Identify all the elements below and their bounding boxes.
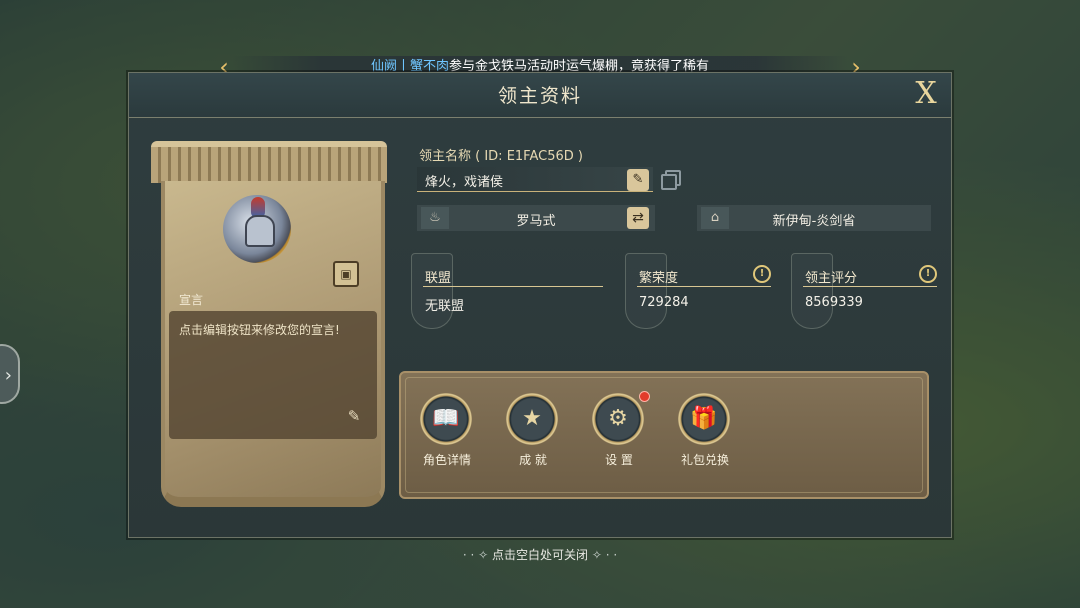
gift-redeem-button[interactable]: 🎁 礼包兑换 — [669, 393, 741, 473]
trophy-icon: ★ — [522, 406, 542, 431]
stat-title: 联盟 — [425, 271, 452, 286]
stat-underline — [637, 286, 771, 287]
close-hint: · · ✧ 点击空白处可关闭 ✧ · · — [0, 546, 1080, 563]
panel-header: 领主资料 X — [129, 73, 951, 118]
stat-title: 领主评分 — [805, 271, 858, 286]
book-icon: 📖 — [432, 406, 460, 431]
stat-prosperity: 繁荣度 729284 ! — [625, 253, 775, 331]
location-field: ⌂ 新伊甸-炎剑省 — [697, 205, 931, 231]
action-label: 角色详情 — [422, 453, 471, 467]
stat-value: 无联盟 — [425, 299, 465, 314]
side-expand-button[interactable]: › — [0, 344, 20, 404]
card-body: ▣ 宣言 点击编辑按钮来修改您的宣言! ✎ — [161, 181, 385, 507]
portrait-card: ▣ 宣言 点击编辑按钮来修改您的宣言! ✎ — [151, 141, 387, 507]
right-ornament-icon: ✧ · · — [591, 548, 618, 562]
action-label: 设 置 — [605, 453, 633, 467]
lord-score-info-icon[interactable]: ! — [919, 265, 937, 283]
change-civilization-button[interactable]: ⇄ — [627, 207, 649, 229]
stat-lord-score: 领主评分 8569339 ! — [791, 253, 941, 331]
close-hint-text: 点击空白处可关闭 — [491, 548, 588, 562]
lord-id-label: 领主名称 ( ID: E1FAC56D ) — [419, 149, 583, 164]
change-portrait-button[interactable]: ▣ — [333, 261, 359, 287]
panel-title: 领主资料 — [497, 85, 582, 107]
stat-underline — [423, 286, 603, 287]
action-label: 成 就 — [519, 453, 547, 467]
avatar-helmet-icon — [245, 215, 275, 247]
left-ornament-icon: · · ✧ — [462, 548, 492, 562]
lord-avatar — [223, 195, 291, 263]
lord-name-field: 烽火，戏诸侯 — [417, 167, 653, 192]
stat-shield — [791, 253, 833, 329]
stat-shield — [625, 253, 667, 329]
stat-value: 8569339 — [805, 295, 863, 310]
stat-shield — [411, 253, 453, 329]
edit-motto-icon[interactable]: ✎ — [345, 407, 363, 425]
lord-name: 烽火，戏诸侯 — [425, 175, 504, 190]
copy-id-icon[interactable] — [661, 170, 681, 190]
card-colonnade — [151, 141, 387, 183]
stat-value: 729284 — [639, 295, 689, 310]
character-details-button[interactable]: 📖 角色详情 — [411, 393, 483, 473]
location-value: 新伊甸-炎剑省 — [772, 214, 856, 229]
stat-underline — [803, 286, 937, 287]
action-label: 礼包兑换 — [680, 453, 729, 467]
gift-icon: 🎁 — [690, 406, 718, 431]
civilization-value: 罗马式 — [516, 214, 556, 229]
achievements-button[interactable]: ★ 成 就 — [497, 393, 569, 473]
notification-badge — [639, 391, 650, 402]
gear-icon: ⚙ — [608, 406, 628, 431]
edit-name-button[interactable]: ✎ — [627, 169, 649, 191]
stat-title: 繁荣度 — [639, 271, 679, 286]
motto-text: 点击编辑按钮来修改您的宣言! — [179, 323, 340, 337]
action-tray: 📖 角色详情 ★ 成 就 ⚙ 设 置 🎁 礼包兑换 — [399, 371, 929, 499]
settings-button[interactable]: ⚙ 设 置 — [583, 391, 655, 473]
prosperity-info-icon[interactable]: ! — [753, 265, 771, 283]
civilization-field: ♨ 罗马式 — [417, 205, 655, 231]
motto-label: 宣言 — [179, 293, 204, 307]
stat-alliance: 联盟 无联盟 — [411, 253, 607, 331]
close-button[interactable]: X — [911, 79, 941, 109]
motto-box: 点击编辑按钮来修改您的宣言! ✎ — [169, 311, 377, 439]
lord-profile-panel: 领主资料 X ▣ 宣言 点击编辑按钮来修改您的宣言! ✎ 领主名称 ( ID: … — [128, 72, 952, 538]
